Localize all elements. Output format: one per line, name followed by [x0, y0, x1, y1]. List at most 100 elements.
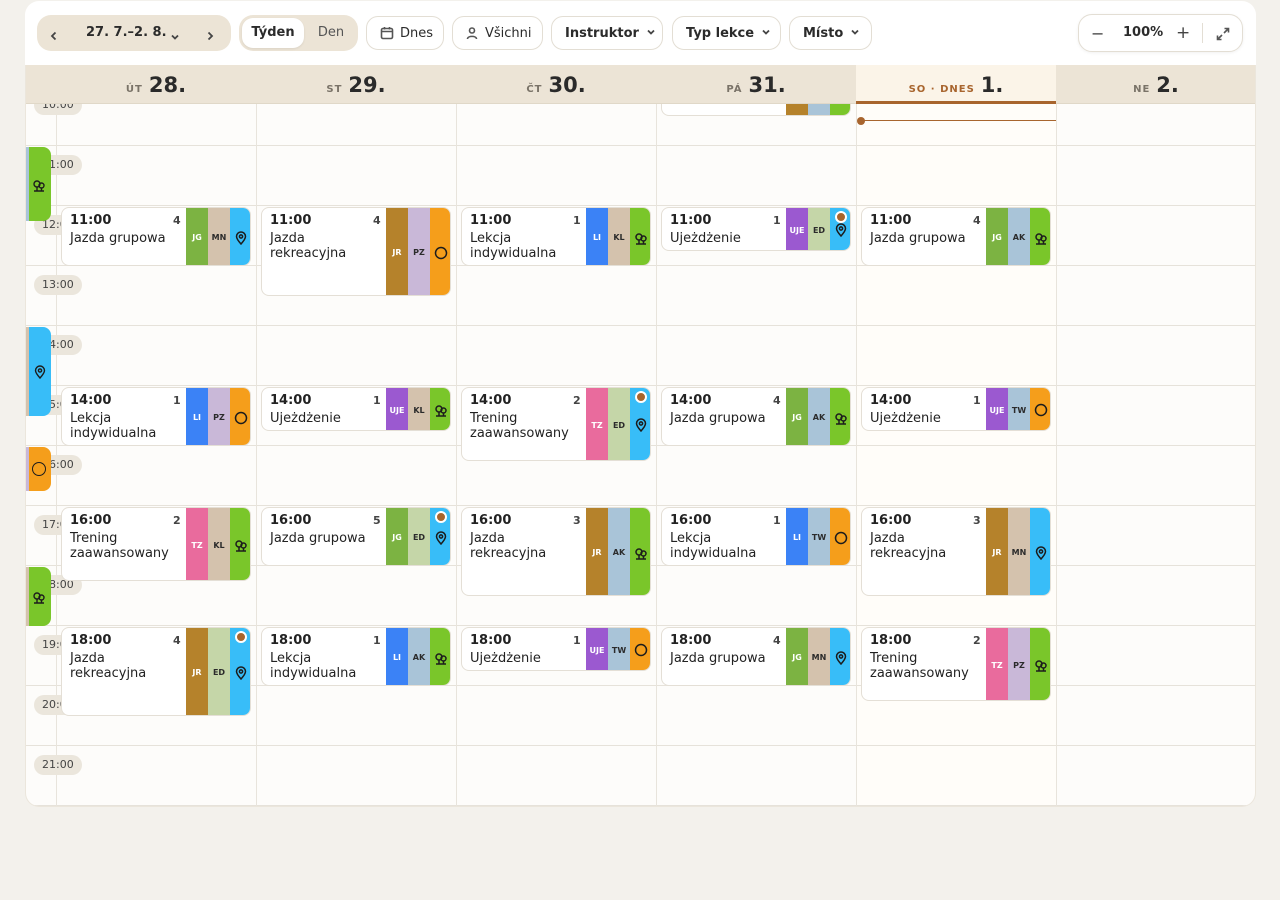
instructor-badge[interactable]: JR	[386, 208, 408, 295]
event-card[interactable]: 16:00 2 Trening zaawansowany TZ KL	[61, 507, 251, 581]
event-card[interactable]: 11:00 4 Jazda grupowa JG MN	[61, 207, 251, 266]
instructor-badge[interactable]: JG	[786, 628, 808, 685]
tab-week[interactable]: Týden	[242, 18, 304, 48]
event-card[interactable]: 18:00 2 Trening zaawansowany TZ PZ	[861, 627, 1051, 701]
event-card[interactable]: 14:00 1 Lekcja indywidualna LI PZ	[61, 387, 251, 446]
zoom-out-button[interactable]: −	[1091, 24, 1104, 43]
event-card[interactable]: 11:00 1 Lekcja indywidualna LI KL	[461, 207, 651, 266]
chevron-down-icon[interactable]	[170, 27, 180, 46]
pin-icon[interactable]	[230, 208, 250, 265]
instructor-badge[interactable]: JG	[986, 208, 1008, 265]
ring-icon[interactable]	[230, 388, 250, 445]
instructor-badge[interactable]: ED	[408, 508, 430, 565]
partial-event-monday[interactable]	[26, 147, 51, 221]
partial-event-monday[interactable]	[26, 447, 51, 491]
event-card[interactable]: 18:00 4 Jazda grupowa JG MN	[661, 627, 851, 686]
instructor-badge[interactable]: TZ	[186, 508, 208, 580]
event-card[interactable]: 11:00 4 Jazda grupowa JG AK	[861, 207, 1051, 266]
instructor-badge[interactable]: KL	[608, 208, 630, 265]
ring-icon[interactable]	[1030, 388, 1050, 430]
event-card[interactable]: 16:00 3 Jazda rekreacyjna JR MN	[861, 507, 1051, 596]
instructor-badge[interactable]: KL	[208, 508, 230, 580]
chevron-left-icon[interactable]	[49, 26, 59, 45]
event-card[interactable]: 14:00 1 Ujeżdżenie UJE KL	[261, 387, 451, 431]
tree-icon[interactable]	[1030, 628, 1050, 700]
ring-icon[interactable]	[830, 508, 850, 565]
tree-icon[interactable]	[430, 628, 450, 685]
tree-icon[interactable]	[630, 208, 650, 265]
instructor-badge[interactable]: UJE	[386, 388, 408, 430]
instructor-badge[interactable]: UJE	[786, 208, 808, 250]
instructor-badge[interactable]: MN	[208, 208, 230, 265]
tree-icon[interactable]	[230, 508, 250, 580]
tree-icon[interactable]	[830, 388, 850, 445]
instructor-badge[interactable]: PZ	[208, 388, 230, 445]
instructor-badge[interactable]: LI	[386, 628, 408, 685]
day-header[interactable]: ÚT 28.	[56, 65, 256, 104]
tree-icon[interactable]	[430, 388, 450, 430]
instructor-badge[interactable]: TW	[608, 628, 630, 670]
event-card[interactable]: 16:00 3 Jazda rekreacyjna JR AK	[461, 507, 651, 596]
day-header[interactable]: ČT 30.	[456, 65, 656, 104]
instructor-filter[interactable]: Instruktor	[551, 16, 663, 50]
ring-icon[interactable]	[430, 208, 450, 295]
everyone-filter[interactable]: Všichni	[452, 16, 543, 50]
instructor-badge[interactable]: ED	[808, 208, 830, 250]
instructor-badge[interactable]: PZ	[408, 208, 430, 295]
event-card[interactable]: 14:00 2 Trening zaawansowany TZ ED	[461, 387, 651, 461]
instructor-badge[interactable]: PZ	[1008, 628, 1030, 700]
instructor-badge[interactable]: AK	[1008, 208, 1030, 265]
instructor-badge[interactable]: TZ	[586, 388, 608, 460]
tree-icon[interactable]	[1030, 208, 1050, 265]
pin-icon[interactable]	[1030, 508, 1050, 595]
instructor-badge[interactable]: MN	[1008, 508, 1030, 595]
event-card[interactable]: 16:00 1 Lekcja indywidualna LI TW	[661, 507, 851, 566]
partial-event-monday[interactable]	[26, 327, 51, 416]
today-button[interactable]: Dnes	[366, 16, 444, 50]
instructor-badge[interactable]: MN	[808, 628, 830, 685]
instructor-badge[interactable]: UJE	[586, 628, 608, 670]
instructor-badge[interactable]: TW	[808, 508, 830, 565]
instructor-badge[interactable]: AK	[808, 388, 830, 445]
day-header[interactable]: NE 2.	[1056, 65, 1255, 104]
instructor-badge[interactable]: JR	[186, 628, 208, 715]
instructor-badge[interactable]: LI	[586, 208, 608, 265]
instructor-badge[interactable]: KL	[408, 388, 430, 430]
chevron-right-icon[interactable]	[205, 26, 215, 45]
day-header[interactable]: PÁ 31.	[656, 65, 856, 104]
zoom-in-button[interactable]: +	[1176, 23, 1190, 43]
tree-icon[interactable]	[630, 508, 650, 595]
instructor-badge[interactable]: JG	[186, 208, 208, 265]
instructor-badge[interactable]: ED	[208, 628, 230, 715]
instructor-badge[interactable]: JR	[986, 508, 1008, 595]
date-range-label[interactable]: 27. 7.–2. 8.	[86, 25, 167, 40]
lesson-type-filter[interactable]: Typ lekce	[672, 16, 781, 50]
instructor-badge[interactable]: TW	[1008, 388, 1030, 430]
pin-icon[interactable]	[830, 628, 850, 685]
instructor-badge[interactable]: UJE	[986, 388, 1008, 430]
partial-event-monday[interactable]	[26, 567, 51, 626]
ring-icon[interactable]	[630, 628, 650, 670]
day-header[interactable]: ST 29.	[256, 65, 456, 104]
instructor-badge[interactable]: AK	[608, 508, 630, 595]
day-header-today[interactable]: SO · DNES 1.	[856, 65, 1056, 104]
instructor-badge[interactable]: JG	[786, 388, 808, 445]
instructor-badge[interactable]: AK	[408, 628, 430, 685]
instructor-badge[interactable]: JR	[586, 508, 608, 595]
event-card[interactable]: 18:00 1 Ujeżdżenie UJE TW	[461, 627, 651, 671]
place-filter[interactable]: Místo	[789, 16, 872, 50]
event-card[interactable]: 11:00 1 Ujeżdżenie UJE ED	[661, 207, 851, 251]
instructor-badge[interactable]: LI	[786, 508, 808, 565]
instructor-badge[interactable]: TZ	[986, 628, 1008, 700]
event-card[interactable]: 16:00 5 Jazda grupowa JG ED	[261, 507, 451, 566]
event-card[interactable]: 14:00 1 Ujeżdżenie UJE TW	[861, 387, 1051, 431]
tab-day[interactable]: Den	[311, 18, 351, 48]
instructor-badge[interactable]: JG	[386, 508, 408, 565]
event-card[interactable]: 18:00 4 Jazda rekreacyjna JR ED	[61, 627, 251, 716]
instructor-badge[interactable]: ED	[608, 388, 630, 460]
instructor-badge[interactable]: LI	[186, 388, 208, 445]
fullscreen-icon[interactable]	[1215, 26, 1231, 42]
event-card[interactable]: 18:00 1 Lekcja indywidualna LI AK	[261, 627, 451, 686]
event-card[interactable]: 11:00 4 Jazda rekreacyjna JR PZ	[261, 207, 451, 296]
event-card[interactable]: 14:00 4 Jazda grupowa JG AK	[661, 387, 851, 446]
